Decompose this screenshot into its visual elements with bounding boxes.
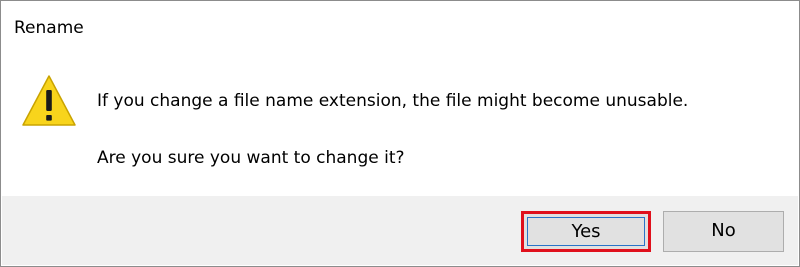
yes-button[interactable]: Yes [521,211,651,252]
warning-message: If you change a file name extension, the… [97,91,689,111]
no-button-label: No [711,220,736,241]
dialog-title: Rename [14,18,84,38]
confirmation-question: Are you sure you want to change it? [97,148,405,168]
no-button[interactable]: No [663,211,784,252]
rename-dialog: Rename If you change a file name extensi… [0,0,800,267]
yes-button-label: Yes [571,221,601,242]
warning-icon [22,75,76,126]
